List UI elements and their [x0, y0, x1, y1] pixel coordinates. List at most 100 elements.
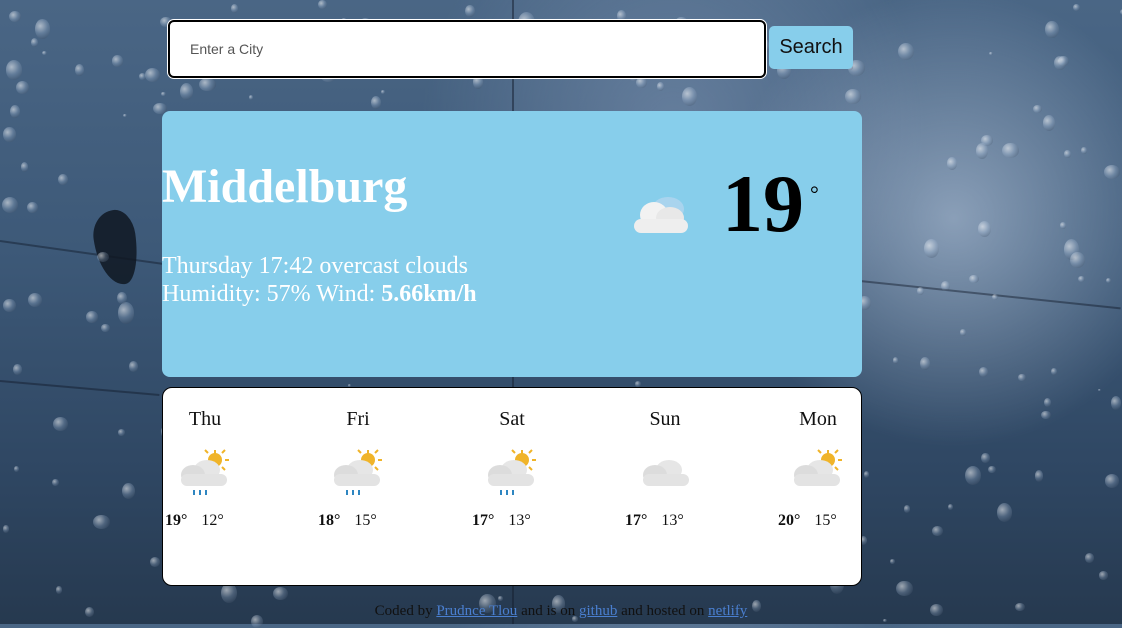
raindrop	[41, 51, 48, 56]
wind-label: Wind:	[316, 281, 376, 307]
raindrop	[656, 82, 664, 91]
raindrop	[138, 73, 146, 80]
author-link[interactable]: Prudnce Tlou	[436, 603, 517, 619]
raindrop	[1105, 278, 1112, 284]
raindrop	[122, 114, 127, 118]
raindrop	[370, 95, 382, 110]
raindrop	[144, 67, 161, 83]
raindrop	[889, 559, 895, 564]
weather-description: overcast clouds	[319, 253, 468, 279]
search-form: Search	[168, 20, 858, 78]
forecast-high: 19°	[165, 512, 188, 529]
raindrop	[52, 416, 69, 431]
raindrop	[636, 77, 648, 89]
raindrop	[179, 83, 193, 101]
raindrop	[3, 525, 9, 533]
search-button[interactable]: Search	[769, 26, 853, 69]
raindrop	[634, 381, 641, 387]
day-time: Thursday 17:42	[162, 253, 314, 279]
raindrop	[248, 95, 253, 100]
forecast-day: Fri 18° 15°	[308, 408, 408, 530]
raindrop	[465, 5, 475, 18]
forecast-day-name: Thu	[188, 408, 222, 430]
footer: Coded by Prudnce Tlou and is on github a…	[0, 603, 1122, 620]
raindrop	[681, 87, 698, 107]
footer-hosted: and hosted on	[621, 603, 705, 619]
raindrop	[981, 452, 990, 464]
partly-cloudy-rain-icon	[488, 449, 536, 495]
raindrop	[969, 275, 979, 284]
raindrop	[1085, 552, 1095, 563]
forecast-low: 12°	[201, 512, 224, 529]
raindrop	[2, 197, 19, 214]
raindrop	[1080, 146, 1087, 155]
raindrop	[230, 4, 238, 13]
raindrop	[16, 81, 30, 94]
raindrop	[1097, 388, 1101, 392]
raindrop	[1060, 222, 1067, 229]
forecast-day: Sun 17° 13°	[615, 408, 715, 530]
forecast-high: 17°	[625, 512, 648, 529]
raindrop	[960, 329, 966, 336]
raindrop	[117, 302, 135, 325]
forecast-day-name: Sun	[649, 408, 681, 430]
forecast-low: 13°	[508, 512, 531, 529]
raindrop	[1103, 165, 1121, 180]
raindrop	[30, 37, 39, 48]
forecast-day-name: Mon	[799, 408, 837, 430]
github-link[interactable]: github	[579, 603, 617, 619]
raindrop	[1077, 275, 1085, 283]
raindrop	[932, 526, 943, 536]
raindrop	[116, 291, 127, 305]
raindrop	[1098, 571, 1109, 580]
raindrop	[965, 466, 982, 486]
raindrop	[940, 281, 950, 291]
raindrop	[988, 51, 993, 56]
raindrop	[111, 55, 124, 67]
raindrop	[498, 596, 504, 601]
raindrop	[948, 504, 953, 511]
raindrop	[896, 580, 913, 597]
raindrop	[161, 91, 166, 96]
raindrop	[117, 428, 126, 436]
raindrop	[1045, 21, 1059, 39]
raindrop	[1042, 115, 1056, 131]
raindrop	[3, 299, 16, 312]
raindrop	[101, 324, 110, 333]
footer-middle: and is on	[521, 603, 576, 619]
raindrop	[273, 587, 288, 601]
raindrop	[1104, 474, 1120, 488]
degree-symbol: °	[810, 181, 819, 206]
raindrop	[10, 105, 21, 119]
forecast-temps: 18° 15°	[308, 512, 408, 530]
raindrop	[3, 127, 16, 142]
raindrop	[1064, 149, 1071, 158]
raindrop	[199, 77, 217, 92]
raindrop	[1002, 142, 1019, 158]
weather-details: Thursday 17:42 overcast clouds Humidity:…	[162, 252, 477, 308]
forecast-low: 15°	[814, 512, 837, 529]
netlify-link[interactable]: netlify	[708, 603, 747, 619]
raindrop	[52, 478, 60, 487]
forecast-high: 20°	[778, 512, 801, 529]
raindrop	[978, 366, 989, 377]
raindrop	[893, 357, 899, 364]
raindrop	[150, 557, 161, 567]
forecast-high: 18°	[318, 512, 341, 529]
raindrop	[1053, 55, 1066, 70]
raindrop	[845, 89, 861, 105]
footer-prefix: Coded by	[374, 603, 433, 619]
raindrop	[991, 293, 999, 300]
current-weather-card: Middelburg Thursday 17:42 overcast cloud…	[162, 111, 862, 377]
forecast-day: Sat 17° 13°	[462, 408, 562, 530]
city-search-input[interactable]	[168, 20, 766, 78]
raindrop	[919, 356, 930, 371]
raindrop	[121, 482, 135, 500]
partly-cloudy-rain-icon	[181, 449, 229, 495]
background-wire	[0, 240, 179, 268]
cloud-icon	[643, 460, 689, 486]
background-wire	[0, 380, 160, 396]
raindrop	[93, 515, 110, 530]
forecast-day-name: Fri	[346, 408, 370, 430]
raindrop	[916, 287, 924, 296]
